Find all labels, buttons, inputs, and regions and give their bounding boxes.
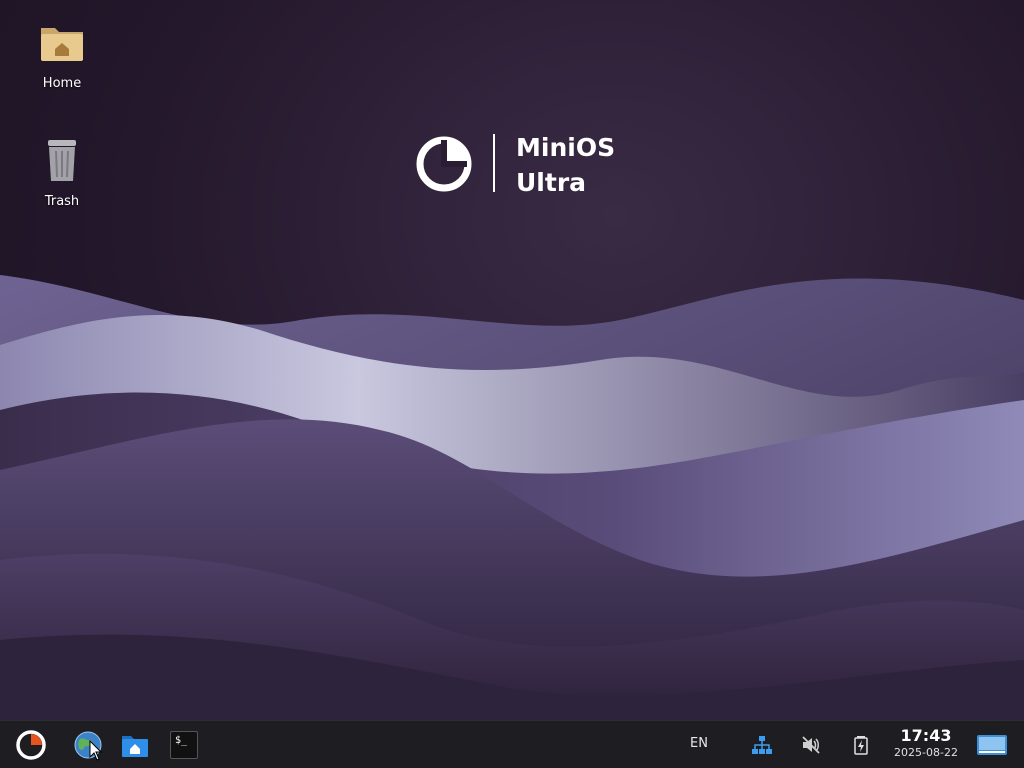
volume-tray-button[interactable] — [800, 734, 822, 756]
brand-divider — [493, 134, 495, 192]
taskbar: $_ EN 17:43 2025-08-22 — [0, 720, 1024, 768]
terminal-icon: $_ — [170, 731, 198, 759]
desktop-icon-trash[interactable]: Trash — [17, 134, 107, 209]
minios-brand: MiniOS Ultra — [414, 130, 624, 197]
battery-charging-icon — [854, 736, 868, 755]
clock[interactable]: 17:43 2025-08-22 — [886, 726, 966, 760]
terminal-glyph: $_ — [175, 735, 188, 746]
clock-date: 2025-08-22 — [894, 746, 958, 759]
home-folder-icon — [122, 736, 148, 757]
minios-logo-icon — [416, 136, 472, 192]
folder-home-icon — [41, 28, 83, 61]
brand-name-line2: Ultra — [516, 168, 587, 197]
mouse-cursor-icon — [89, 740, 103, 761]
network-icon — [752, 736, 772, 754]
desktop[interactable]: Home Trash MiniOS Ultra — [0, 0, 1024, 720]
desktop-icon-label: Home — [42, 76, 82, 91]
minios-menu-icon — [16, 730, 46, 760]
show-desktop-button[interactable] — [976, 733, 1008, 757]
trash-icon — [48, 140, 76, 181]
brand-name: MiniOS Ultra — [516, 130, 615, 200]
keyboard-layout-indicator[interactable]: EN — [690, 736, 708, 751]
brand-name-line1: MiniOS — [516, 133, 616, 162]
wallpaper-dunes — [0, 275, 1024, 720]
network-tray-button[interactable] — [751, 734, 773, 756]
clock-time: 17:43 — [900, 726, 952, 745]
desktop-icon-label: Trash — [44, 194, 80, 209]
start-menu-button[interactable] — [15, 729, 47, 761]
battery-tray-button[interactable] — [850, 734, 872, 756]
volume-muted-icon — [802, 736, 820, 754]
desktop-icon-home[interactable]: Home — [17, 16, 107, 91]
terminal-button[interactable]: $_ — [168, 729, 200, 761]
file-manager-button[interactable] — [119, 729, 151, 761]
show-desktop-icon — [977, 735, 1007, 755]
